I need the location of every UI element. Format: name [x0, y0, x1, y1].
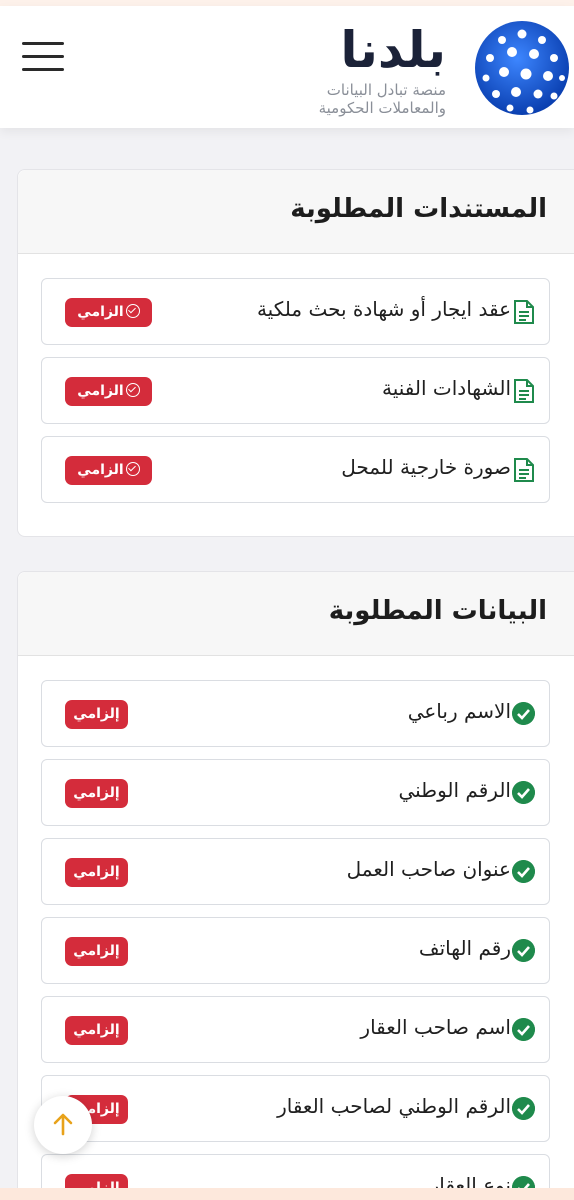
document-label: عقد ايجار أو شهادة بحث ملكية — [256, 297, 511, 321]
data-field-label: عنوان صاحب العمل — [346, 857, 511, 881]
data-field-label: الرقم الوطني — [398, 778, 511, 802]
check-circle-icon — [125, 462, 140, 476]
check-circle-icon — [512, 702, 535, 725]
logo-icon[interactable] — [472, 18, 572, 118]
data-field-label: الرقم الوطني لصاحب العقار — [277, 1094, 511, 1118]
check-circle-icon — [125, 383, 140, 397]
bottom-strip — [0, 1188, 574, 1200]
scroll-to-top-button[interactable] — [34, 1096, 92, 1154]
data-field-item[interactable]: رقم الهاتف إلزامي — [41, 917, 550, 984]
data-field-item[interactable]: الاسم رباعي إلزامي — [41, 680, 550, 747]
document-label: الشهادات الفنية — [381, 376, 511, 400]
document-icon — [514, 379, 534, 403]
card-title: المستندات المطلوبة — [290, 194, 547, 224]
data-field-item[interactable]: اسم صاحب العقار إلزامي — [41, 996, 550, 1063]
required-badge: إلزامي — [65, 858, 128, 887]
brand-name: بلدنا — [340, 21, 446, 79]
check-circle-icon — [512, 1018, 535, 1041]
data-field-item[interactable]: الرقم الوطني لصاحب العقار إلزامي — [41, 1075, 550, 1142]
document-item[interactable]: الشهادات الفنية الزامي — [41, 357, 550, 424]
hamburger-menu-icon[interactable] — [22, 42, 64, 78]
check-circle-icon — [512, 781, 535, 804]
site-header: بلدنا منصة تبادل البيانات والمعاملات الح… — [0, 6, 574, 128]
data-field-label: رقم الهاتف — [418, 936, 511, 960]
arrow-up-icon — [53, 1113, 73, 1136]
required-data-card: البيانات المطلوبة الاسم رباعي إلزامي الر… — [17, 571, 574, 1200]
required-badge: الزامي — [65, 298, 152, 327]
check-circle-icon — [125, 304, 140, 318]
document-label: صورة خارجية للمحل — [341, 455, 511, 479]
data-field-label: الاسم رباعي — [407, 699, 511, 723]
required-badge: إلزامي — [65, 779, 128, 808]
data-field-label: اسم صاحب العقار — [360, 1015, 511, 1039]
required-documents-card: المستندات المطلوبة عقد ايجار أو شهادة بح… — [17, 169, 574, 537]
document-item[interactable]: صورة خارجية للمحل الزامي — [41, 436, 550, 503]
check-circle-icon — [512, 860, 535, 883]
required-badge: الزامي — [65, 456, 152, 485]
required-badge: إلزامي — [65, 937, 128, 966]
brand-subtitle-line2: والمعاملات الحكومية — [318, 99, 446, 117]
data-field-item[interactable]: الرقم الوطني إلزامي — [41, 759, 550, 826]
check-circle-icon — [512, 1097, 535, 1120]
required-badge: إلزامي — [65, 700, 128, 729]
check-circle-icon — [512, 939, 535, 962]
document-icon — [514, 300, 534, 324]
document-icon — [514, 458, 534, 482]
required-badge: إلزامي — [65, 1016, 128, 1045]
data-field-item[interactable]: عنوان صاحب العمل إلزامي — [41, 838, 550, 905]
document-item[interactable]: عقد ايجار أو شهادة بحث ملكية الزامي — [41, 278, 550, 345]
card-title: البيانات المطلوبة — [328, 596, 547, 626]
brand-subtitle-line1: منصة تبادل البيانات — [326, 81, 446, 99]
required-badge: الزامي — [65, 377, 152, 406]
